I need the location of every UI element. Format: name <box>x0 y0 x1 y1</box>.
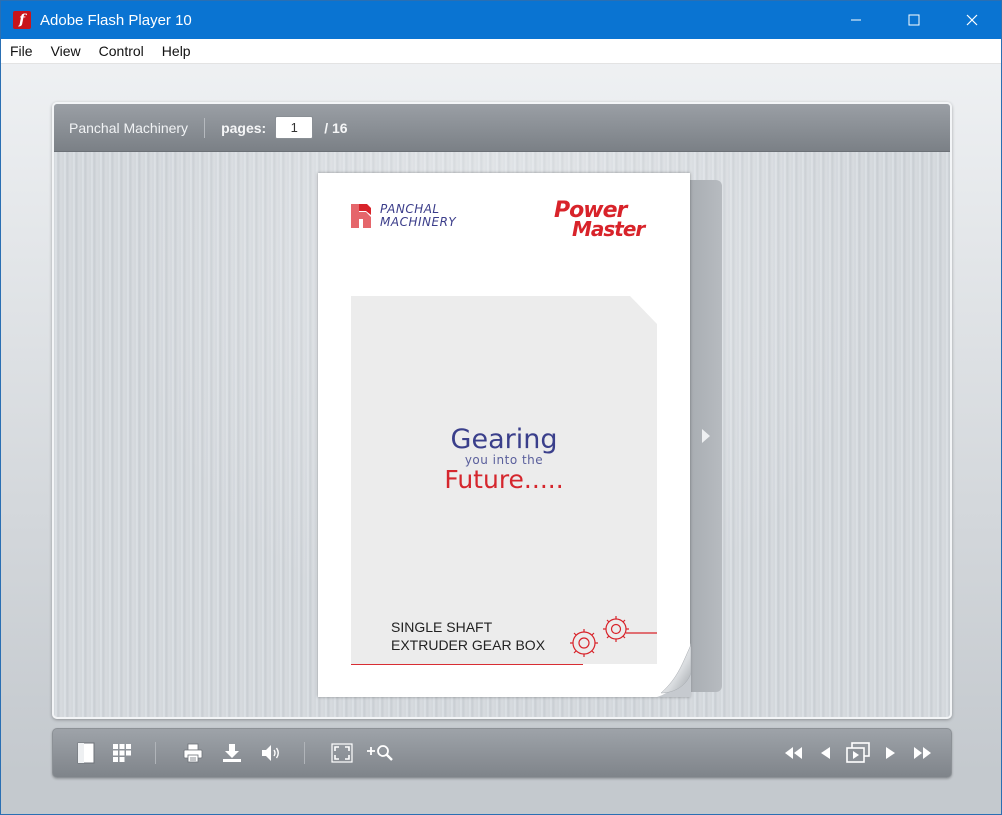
flipbook-viewer: Panchal Machinery pages: / 16 PANCHAL MA… <box>52 102 952 719</box>
flash-icon: f <box>13 11 31 29</box>
single-page-icon <box>77 742 95 764</box>
logo-left-line2: MACHINERY <box>380 215 457 229</box>
sound-button[interactable] <box>256 738 286 768</box>
window-controls <box>827 1 1001 39</box>
slogan-line1: Gearing <box>450 424 558 455</box>
previous-page-button[interactable] <box>811 738 841 768</box>
menu-view[interactable]: View <box>42 39 90 64</box>
app-window: f Adobe Flash Player 10 File View Contro… <box>0 0 1002 815</box>
download-icon <box>223 744 241 762</box>
page-curl-icon[interactable] <box>657 643 691 697</box>
print-button[interactable] <box>178 738 208 768</box>
fullscreen-icon <box>331 743 353 763</box>
total-pages: / 16 <box>324 119 348 136</box>
last-page-icon <box>914 747 931 759</box>
product-line2: EXTRUDER GEAR BOX <box>391 637 546 653</box>
zoom-in-icon <box>367 745 393 761</box>
toolbar-divider <box>155 742 156 764</box>
power-master-logo: Power Master <box>554 200 645 241</box>
slogan-line3: Future..... <box>444 465 564 494</box>
next-page-icon <box>886 747 895 759</box>
menu-control[interactable]: Control <box>90 39 153 64</box>
logo-right-line2: Master <box>572 217 645 241</box>
cover-red-line <box>351 664 583 665</box>
first-page-icon <box>785 747 802 759</box>
maximize-button[interactable] <box>885 1 943 39</box>
close-button[interactable] <box>943 1 1001 39</box>
download-button[interactable] <box>217 738 247 768</box>
menu-help[interactable]: Help <box>153 39 200 64</box>
title-bar: f Adobe Flash Player 10 <box>1 1 1001 39</box>
toolbar-divider <box>204 117 206 138</box>
toolbar-divider <box>304 742 305 764</box>
cover-slogan: Gearing you into the Future..... <box>351 426 657 494</box>
next-page-arrow-icon[interactable] <box>700 428 712 444</box>
window-title: Adobe Flash Player 10 <box>40 11 192 29</box>
sound-icon <box>262 745 279 761</box>
menu-bar: File View Control Help <box>1 39 1001 64</box>
page-navigation <box>779 738 937 768</box>
gears-icon <box>570 616 657 657</box>
last-page-button[interactable] <box>907 738 937 768</box>
fullscreen-button[interactable] <box>327 738 357 768</box>
single-page-button[interactable] <box>71 738 101 768</box>
book-title: Panchal Machinery <box>69 119 189 136</box>
two-page-view-button[interactable] <box>843 738 873 768</box>
cover-panel: Gearing you into the Future..... SINGLE … <box>351 296 657 664</box>
first-page-button[interactable] <box>779 738 809 768</box>
product-name: SINGLE SHAFT EXTRUDER GEAR BOX <box>391 618 545 654</box>
minimize-button[interactable] <box>827 1 885 39</box>
close-icon <box>966 14 978 26</box>
print-icon <box>183 743 203 763</box>
pages-label: pages: <box>221 119 267 136</box>
previous-page-icon <box>821 747 830 759</box>
viewer-top-toolbar: Panchal Machinery pages: / 16 <box>54 104 950 152</box>
zoom-in-button[interactable] <box>365 738 395 768</box>
panchal-logo-text: PANCHAL MACHINERY <box>380 203 456 229</box>
page-number-input[interactable] <box>275 116 314 139</box>
panchal-logo: PANCHAL MACHINERY <box>350 203 456 229</box>
maximize-icon <box>908 14 920 26</box>
panchal-logo-mark-icon <box>351 204 371 228</box>
thumbnails-button[interactable] <box>107 738 137 768</box>
next-page-button[interactable] <box>875 738 905 768</box>
two-page-view-icon <box>846 742 870 763</box>
thumbnails-icon <box>113 744 131 762</box>
menu-file[interactable]: File <box>1 39 42 64</box>
viewer-bottom-toolbar <box>52 728 952 778</box>
minimize-icon <box>851 19 861 21</box>
product-line1: SINGLE SHAFT <box>391 619 493 635</box>
cover-page[interactable]: PANCHAL MACHINERY Power Master Gearing y… <box>318 173 691 697</box>
